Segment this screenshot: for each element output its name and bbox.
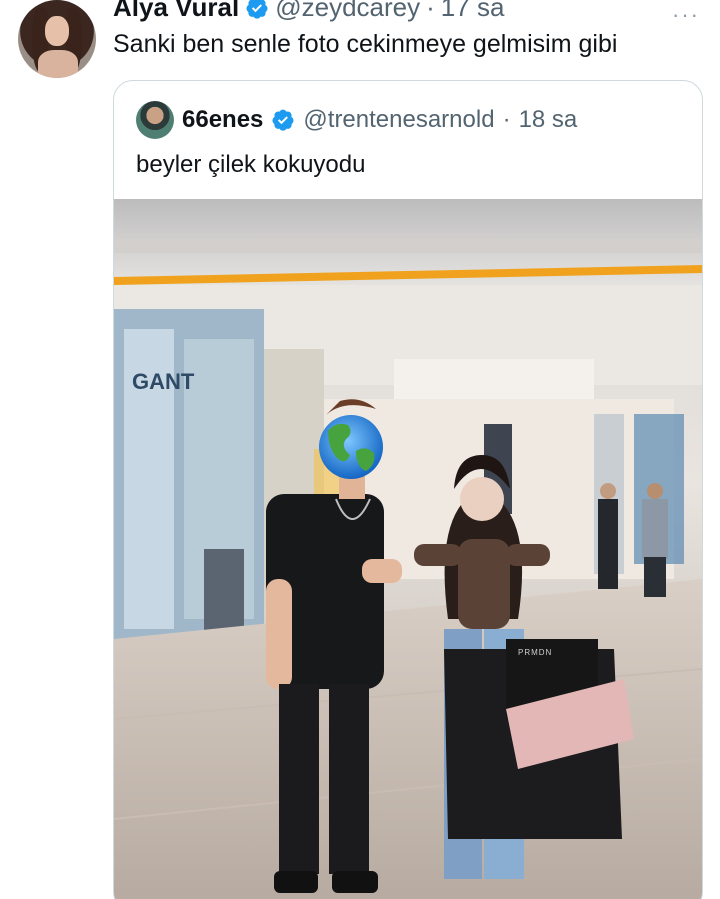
avatar[interactable] xyxy=(18,0,96,78)
quoted-tweet[interactable]: 66enes @trentenesarnold · 18 sa beyler ç… xyxy=(113,80,703,899)
verified-badge-icon xyxy=(272,109,294,131)
quoted-avatar[interactable] xyxy=(136,101,174,139)
tweet-header: Alya Vural @zeydcarey · 17 sa xyxy=(113,0,504,23)
more-options-icon[interactable]: ··· xyxy=(672,2,700,28)
timestamp[interactable]: 17 sa xyxy=(441,0,505,23)
store-sign: GANT xyxy=(132,369,195,394)
verified-badge-icon xyxy=(246,0,268,19)
tweet-text: Sanki ben senle foto cekinmeye gelmisim … xyxy=(113,30,618,58)
quoted-display-name[interactable]: 66enes xyxy=(182,106,263,134)
tweet-screenshot: Alya Vural @zeydcarey · 17 sa ··· Sanki … xyxy=(0,0,720,899)
quoted-tweet-header: 66enes @trentenesarnold · 18 sa xyxy=(136,101,577,139)
bag-brand: PRMDN xyxy=(518,648,552,657)
handle[interactable]: @zeydcarey xyxy=(275,0,420,23)
display-name[interactable]: Alya Vural xyxy=(113,0,239,23)
quoted-timestamp[interactable]: 18 sa xyxy=(519,106,578,134)
quoted-handle[interactable]: @trentenesarnold xyxy=(303,106,494,134)
mall-photo-illustration: GANT PRMDN xyxy=(114,199,702,899)
quoted-tweet-text: beyler çilek kokuyodu xyxy=(136,151,366,178)
globe-emoji-icon xyxy=(319,415,383,479)
separator: · xyxy=(502,106,511,133)
separator: · xyxy=(426,0,435,22)
tweet-photo[interactable]: GANT PRMDN xyxy=(114,199,702,899)
